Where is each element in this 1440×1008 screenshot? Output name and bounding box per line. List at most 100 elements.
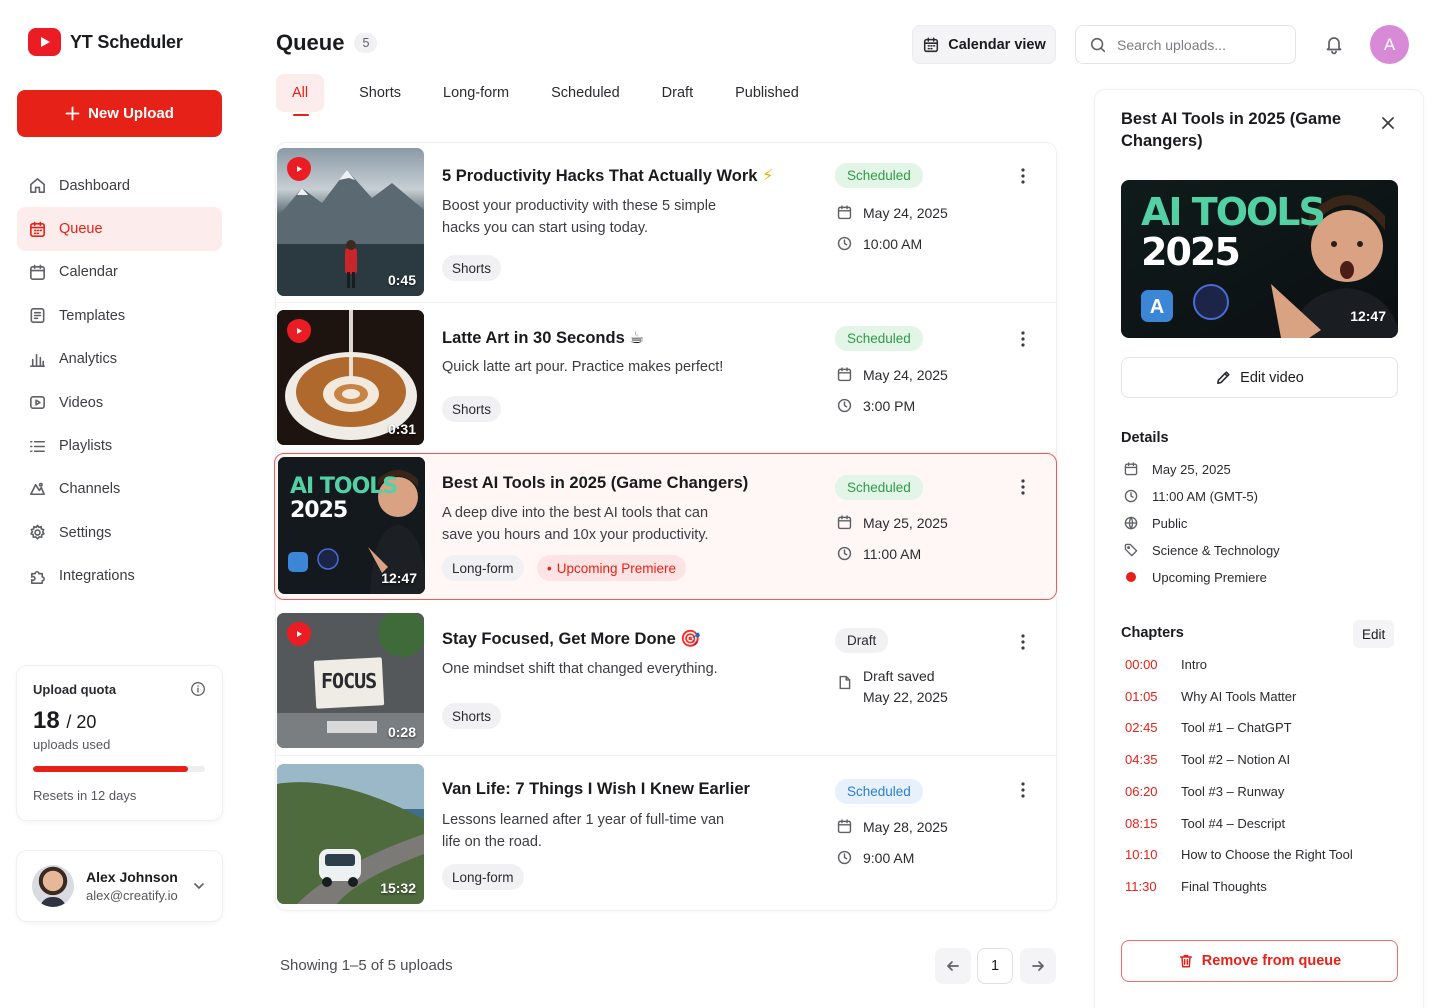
video-detail-panel: Best AI Tools in 2025 (Game Changers) A … [1095, 90, 1423, 1008]
page-number-button[interactable]: 1 [977, 948, 1013, 984]
sidebar-item-settings[interactable]: Settings [17, 511, 222, 554]
channels-icon [30, 482, 45, 495]
sidebar-item-channels[interactable]: Channels [17, 468, 222, 511]
search-icon [1090, 37, 1106, 52]
upload-quota-card: Upload quota 18 / 20 uploads used Resets… [17, 666, 222, 820]
app-name: YT Scheduler [70, 31, 183, 52]
sidebar-item-analytics[interactable]: Analytics [17, 338, 222, 381]
tab-shorts[interactable]: Shorts [338, 74, 422, 112]
sidebar-item-integrations[interactable]: Integrations [17, 555, 222, 598]
profile-name: Alex Johnson [86, 869, 178, 885]
tag-icon [1124, 543, 1138, 557]
more-options-icon[interactable] [1015, 477, 1031, 497]
video-thumbnail[interactable]: 0:45 [277, 148, 424, 296]
chevron-down-icon[interactable] [192, 879, 206, 893]
user-avatar-button[interactable]: A [1370, 25, 1409, 64]
video-title[interactable]: 5 Productivity Hacks That Actually Work … [442, 166, 774, 186]
video-duration: 12:47 [381, 570, 417, 586]
chapter-item[interactable]: 04:35 Tool #2 – Notion AI [1125, 752, 1290, 767]
profile-text: Alex Johnson alex@creatify.io [86, 869, 178, 903]
video-thumbnail[interactable]: FOCUS 0:28 [277, 613, 424, 748]
edit-chapters-button[interactable]: Edit [1353, 620, 1395, 648]
date-text: May 22, 2025 [863, 689, 948, 705]
tab-all[interactable]: All [276, 74, 325, 116]
video-duration: 0:28 [387, 724, 416, 740]
chapter-name: Why AI Tools Matter [1181, 689, 1297, 704]
chapter-item[interactable]: 02:45 Tool #1 – ChatGPT [1125, 720, 1292, 735]
chapter-item[interactable]: 11:30 Final Thoughts [1125, 879, 1267, 894]
page-title: Queue 5 [276, 30, 378, 56]
time-text: 9:00 AM [863, 849, 915, 866]
tab-long-form[interactable]: Long-form [422, 74, 530, 112]
arrow-right-icon [1032, 961, 1044, 971]
more-options-icon[interactable] [1015, 780, 1031, 800]
chapter-name: How to Choose the Right Tool [1181, 847, 1353, 862]
chapter-item[interactable]: 00:00 Intro [1125, 657, 1207, 672]
sidebar-item-templates[interactable]: Templates [17, 294, 222, 337]
date-text: May 28, 2025 [863, 818, 948, 835]
detail-date: May 25, 2025 [1123, 461, 1231, 477]
format-tag: Long-form [442, 864, 524, 890]
search-input[interactable] [1117, 36, 1277, 53]
chapter-item[interactable]: 01:05 Why AI Tools Matter [1125, 689, 1296, 704]
calendar-icon [1124, 462, 1138, 476]
schedule-time: 11:00 AM [836, 545, 921, 562]
sidebar-item-dashboard[interactable]: Dashboard [17, 164, 222, 207]
format-tag: Shorts [442, 396, 502, 422]
bell-icon[interactable] [1323, 33, 1345, 55]
chapter-item[interactable]: 06:20 Tool #3 – Runway [1125, 784, 1284, 799]
remove-from-queue-button[interactable]: Remove from queue [1121, 940, 1398, 982]
clock-icon [1124, 489, 1138, 503]
video-thumbnail[interactable]: 0:31 [277, 310, 424, 445]
panel-thumbnail[interactable]: A AI TOOLS 2025 12:47 [1121, 180, 1398, 338]
more-options-icon[interactable] [1015, 632, 1031, 652]
thumbnail-text: AI TOOLS 2025 [1141, 190, 1326, 272]
queue-row[interactable]: 0:31 Latte Art in 30 Seconds ☕ Quick lat… [276, 303, 1056, 453]
edit-video-button[interactable]: Edit video [1121, 357, 1398, 398]
new-upload-button[interactable]: New Upload [17, 90, 222, 137]
queue-row-selected[interactable]: AI TOOLS 2025 12:47 Best AI Tools in 2025… [274, 453, 1057, 600]
video-description: A deep dive into the best AI tools that … [442, 505, 709, 543]
tab-scheduled[interactable]: Scheduled [530, 74, 641, 112]
video-title[interactable]: Best AI Tools in 2025 (Game Changers) [442, 474, 748, 493]
schedule-date: May 25, 2025 [836, 514, 948, 531]
app-logo[interactable]: YT Scheduler [28, 28, 183, 56]
video-title[interactable]: Stay Focused, Get More Done 🎯 [442, 630, 701, 649]
user-profile[interactable]: Alex Johnson alex@creatify.io [17, 851, 222, 921]
more-options-icon[interactable] [1015, 329, 1031, 349]
sidebar-item-label: Dashboard [59, 177, 130, 194]
youtube-logo-icon [28, 28, 61, 56]
chapter-item[interactable]: 08:15 Tool #4 – Descript [1125, 816, 1285, 831]
chapter-item[interactable]: 10:10 How to Choose the Right Tool [1125, 847, 1353, 862]
template-icon [30, 308, 45, 324]
sidebar-item-label: Analytics [59, 351, 118, 368]
sidebar-item-queue[interactable]: Queue [17, 207, 222, 251]
video-thumbnail[interactable]: 15:32 [277, 764, 424, 904]
next-page-button[interactable] [1020, 948, 1056, 984]
thumbnail-line-1: AI TOOLS [1141, 190, 1326, 234]
info-icon[interactable] [190, 681, 206, 697]
calendar-view-button[interactable]: Calendar view [912, 25, 1056, 64]
queue-row[interactable]: FOCUS 0:28 Stay Focused, Get More Done 🎯… [276, 602, 1056, 756]
sidebar-item-calendar[interactable]: Calendar [17, 251, 222, 294]
sidebar-item-videos[interactable]: Videos [17, 381, 222, 424]
sidebar-item-label: Videos [59, 394, 104, 411]
previous-page-button[interactable] [935, 948, 971, 984]
tab-draft[interactable]: Draft [641, 74, 714, 112]
tab-published[interactable]: Published [714, 74, 820, 112]
sidebar-item-label: Calendar [59, 264, 118, 281]
details-heading: Details [1121, 430, 1169, 446]
chapter-time: 10:10 [1125, 847, 1158, 862]
queue-row[interactable]: 0:45 5 Productivity Hacks That Actually … [276, 143, 1056, 303]
video-description: Boost your productivity with these 5 sim… [442, 198, 717, 236]
video-title[interactable]: Van Life: 7 Things I Wish I Knew Earlier [442, 780, 750, 799]
queue-row[interactable]: 15:32 Van Life: 7 Things I Wish I Knew E… [276, 756, 1056, 910]
more-options-icon[interactable] [1015, 166, 1031, 186]
video-title[interactable]: Latte Art in 30 Seconds ☕ [442, 328, 644, 348]
close-icon[interactable] [1379, 114, 1397, 132]
clock-icon [837, 398, 852, 413]
video-thumbnail[interactable]: AI TOOLS 2025 12:47 [278, 457, 425, 594]
sidebar-item-playlists[interactable]: Playlists [17, 424, 222, 467]
premiere-tag: Upcoming Premiere [537, 555, 687, 581]
date-text: May 24, 2025 [863, 204, 948, 221]
